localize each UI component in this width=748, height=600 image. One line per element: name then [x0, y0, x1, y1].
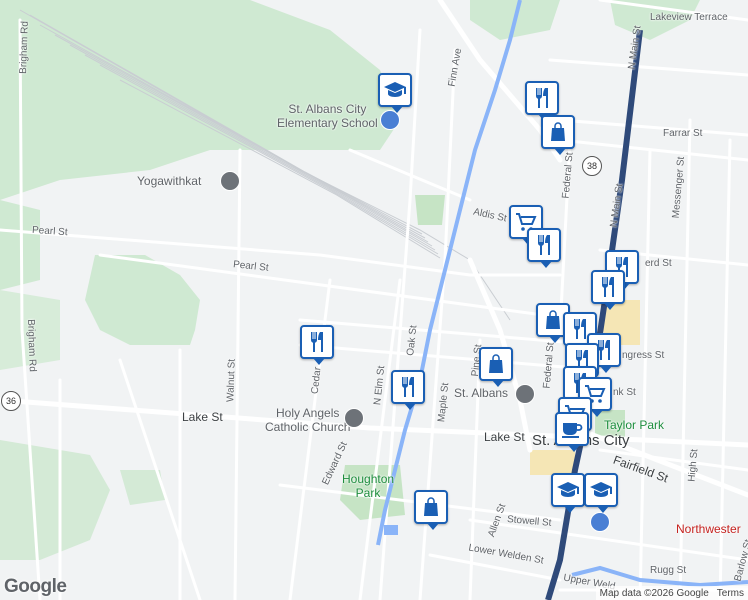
shopping-marker[interactable]	[541, 115, 575, 155]
route-36-shield: 36	[1, 391, 21, 411]
school-marker[interactable]	[584, 473, 618, 513]
route-38-label: 38	[586, 161, 597, 171]
train-station-icon[interactable]	[515, 384, 535, 404]
restaurant-icon	[538, 235, 550, 255]
place-label-st-albans-station[interactable]: St. Albans	[454, 386, 508, 400]
shopping-bag-icon	[546, 310, 560, 329]
cafe-marker[interactable]	[555, 412, 589, 452]
street-label-brigham-rd-bottom: Brigham Rd	[24, 318, 38, 373]
street-label-lake-st-left: Lake St	[182, 410, 223, 424]
shopping-bag-icon	[489, 354, 503, 373]
google-logo[interactable]: Google	[4, 576, 67, 598]
school-poi-icon[interactable]	[380, 110, 400, 130]
place-label-elementary-school[interactable]: St. Albans City Elementary School	[277, 102, 378, 130]
coffee-cup-icon	[562, 423, 583, 438]
restaurant-icon	[402, 377, 414, 397]
terms-link[interactable]: Terms	[717, 588, 744, 599]
place-label-houghton-park[interactable]: Houghton Park	[342, 472, 394, 500]
shopping-bag-icon	[424, 497, 438, 516]
map-footer: Map data ©2026 Google Terms	[595, 586, 748, 600]
street-label-walnut-st: Walnut St	[225, 358, 238, 403]
map-data-attribution: Map data ©2026 Google	[599, 587, 709, 599]
school-icon	[590, 482, 612, 497]
route-36-label: 36	[5, 396, 16, 406]
restaurant-marker[interactable]	[525, 81, 559, 121]
restaurant-icon	[536, 88, 548, 108]
yoga-poi-icon[interactable]	[220, 171, 240, 191]
church-poi-icon[interactable]	[344, 408, 364, 428]
school-marker[interactable]	[378, 73, 412, 113]
place-label-taylor-park[interactable]: Taylor Park	[604, 418, 664, 432]
street-label-rugg-st: Rugg St	[650, 565, 687, 576]
shopping-marker[interactable]	[479, 347, 513, 387]
shopping-marker[interactable]	[414, 490, 448, 530]
place-label-holy-angels[interactable]: Holy Angels Catholic Church	[265, 406, 350, 434]
school-icon	[384, 82, 406, 97]
restaurant-marker[interactable]	[591, 270, 625, 310]
school-marker[interactable]	[551, 473, 585, 513]
hospital-poi-icon[interactable]	[590, 512, 610, 532]
restaurant-marker[interactable]	[391, 370, 425, 410]
street-label-lake-st-right: Lake St	[484, 430, 525, 444]
restaurant-marker[interactable]	[300, 325, 334, 365]
restaurant-icon	[311, 332, 323, 352]
street-label-congress-st: ngress St	[622, 350, 665, 361]
route-38-shield: 38	[582, 156, 602, 176]
shopping-bag-icon	[551, 122, 565, 141]
school-icon	[557, 482, 579, 497]
street-label-bank-st: nk St	[613, 387, 636, 398]
street-label-farrar-st: Farrar St	[663, 128, 703, 139]
map-canvas[interactable]: 36 38 Lakeview Terrace Brigham Rd Brigha…	[0, 0, 748, 600]
place-label-yogawithkat[interactable]: Yogawithkat	[137, 174, 201, 188]
place-label-northwestern[interactable]: Northwester	[676, 522, 741, 536]
restaurant-marker[interactable]	[527, 228, 561, 268]
street-label-brigham-rd-top: Brigham Rd	[17, 20, 31, 75]
map-base-layer	[0, 0, 748, 600]
street-label-lakeview-terrace: Lakeview Terrace	[650, 12, 728, 23]
street-label-pearl-st-right: erd St	[645, 258, 672, 269]
restaurant-icon	[602, 277, 614, 297]
